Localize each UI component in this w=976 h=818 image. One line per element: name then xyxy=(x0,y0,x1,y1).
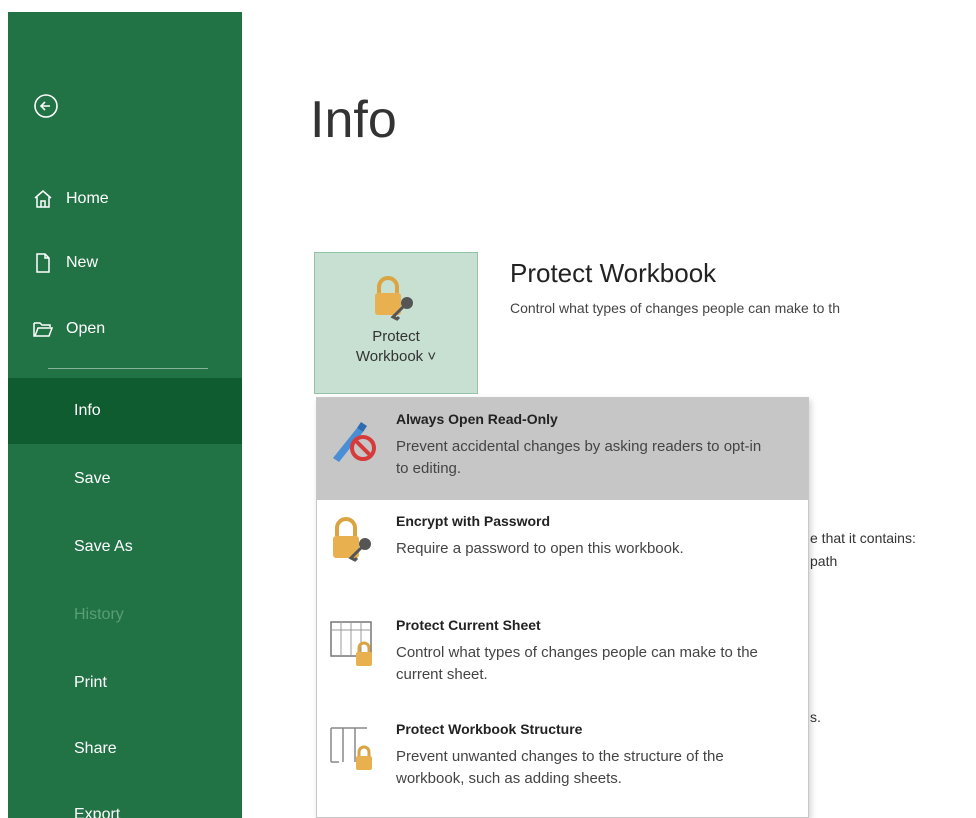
home-icon xyxy=(32,188,54,210)
sidebar-item-label: Home xyxy=(66,190,109,207)
sidebar-item-save-as[interactable]: Save As xyxy=(8,514,242,580)
sidebar-item-label: Save As xyxy=(74,538,133,555)
backstage-sidebar: Home New Open Info Save Save As History … xyxy=(8,12,242,818)
new-document-icon xyxy=(32,252,54,274)
sidebar-item-label: Export xyxy=(74,806,121,818)
sidebar-item-label: Share xyxy=(74,740,117,757)
workbook-structure-lock-icon xyxy=(327,720,383,776)
sidebar-item-print[interactable]: Print xyxy=(8,650,242,716)
menu-item-encrypt-with-password[interactable]: Encrypt with Password Require a password… xyxy=(317,500,808,604)
protect-section-description: Control what types of changes people can… xyxy=(510,300,840,316)
protect-section-title: Protect Workbook xyxy=(510,258,717,288)
protect-workbook-menu: Always Open Read-Only Prevent accidental… xyxy=(316,397,809,818)
protect-workbook-label: Protect Workbook ˅ xyxy=(315,327,477,367)
menu-item-description: Prevent accidental changes by asking rea… xyxy=(396,438,762,477)
menu-item-description: Control what types of changes people can… xyxy=(396,644,758,683)
sheet-lock-icon xyxy=(327,616,383,672)
sidebar-item-history: History xyxy=(8,582,242,648)
background-text: s. xyxy=(810,709,821,725)
menu-item-title: Always Open Read-Only xyxy=(396,411,558,427)
protect-workbook-button[interactable]: Protect Workbook ˅ xyxy=(314,252,478,394)
sidebar-item-share[interactable]: Share xyxy=(8,716,242,782)
menu-item-description: Prevent unwanted changes to the structur… xyxy=(396,748,724,787)
sidebar-item-label: Print xyxy=(74,674,107,691)
sidebar-item-open[interactable]: Open xyxy=(8,307,242,351)
sidebar-item-info[interactable]: Info xyxy=(8,378,242,444)
menu-item-protect-workbook-structure[interactable]: Protect Workbook Structure Prevent unwan… xyxy=(317,708,808,817)
sidebar-item-label: Info xyxy=(74,402,101,419)
menu-item-always-open-read-only[interactable]: Always Open Read-Only Prevent accidental… xyxy=(317,398,808,500)
sidebar-item-label: Save xyxy=(74,470,111,487)
sidebar-item-label: New xyxy=(66,254,99,271)
open-folder-icon xyxy=(32,318,54,340)
menu-item-title: Protect Current Sheet xyxy=(396,617,541,633)
sidebar-divider xyxy=(48,368,208,369)
background-text: e that it contains: xyxy=(810,530,916,546)
menu-item-description: Require a password to open this workbook… xyxy=(396,540,684,557)
sidebar-item-save[interactable]: Save xyxy=(8,446,242,512)
menu-item-title: Encrypt with Password xyxy=(396,513,551,529)
no-edit-pencil-icon xyxy=(327,410,383,466)
sidebar-item-home[interactable]: Home xyxy=(8,177,242,221)
back-arrow-icon[interactable] xyxy=(32,92,60,120)
lock-key-icon xyxy=(327,512,383,568)
lock-key-icon xyxy=(371,275,421,326)
sidebar-item-label: History xyxy=(74,606,124,623)
background-text: path xyxy=(810,553,838,569)
sidebar-item-export[interactable]: Export xyxy=(8,782,242,818)
sidebar-item-new[interactable]: New xyxy=(8,241,242,285)
menu-item-protect-current-sheet[interactable]: Protect Current Sheet Control what types… xyxy=(317,604,808,708)
protect-label-line1: Protect xyxy=(372,328,420,345)
sidebar-item-label: Open xyxy=(66,320,106,337)
page-title: Info xyxy=(310,91,397,149)
menu-item-title: Protect Workbook Structure xyxy=(396,721,583,737)
protect-label-line2: Workbook ˅ xyxy=(355,348,437,365)
